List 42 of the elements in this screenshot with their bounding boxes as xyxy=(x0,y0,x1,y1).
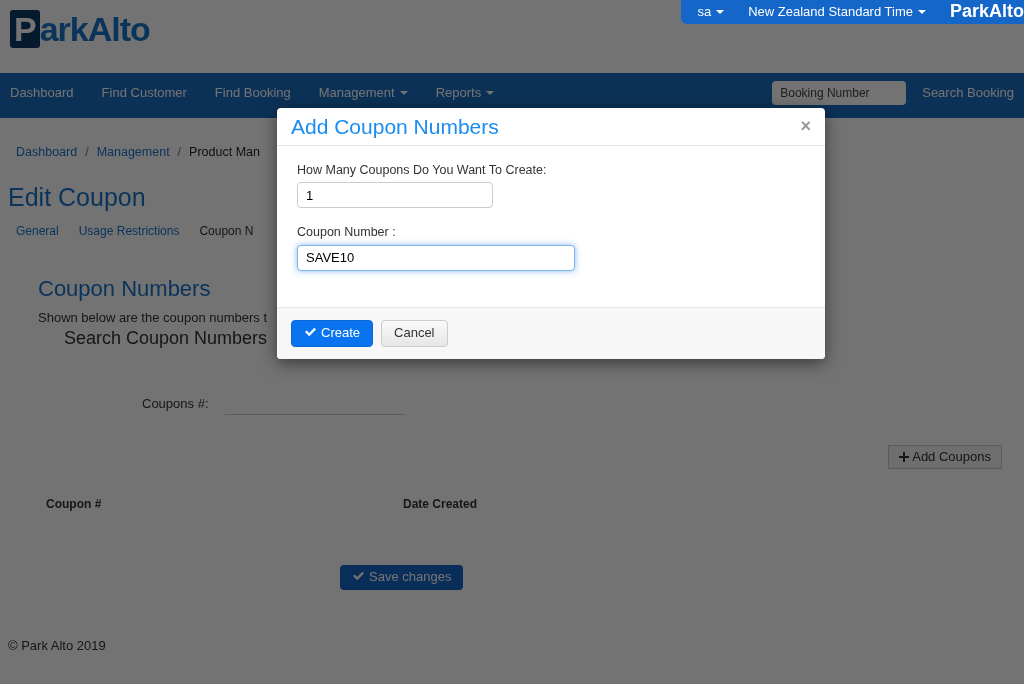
brand-logo: ParkAlto xyxy=(949,0,1024,24)
input-field[interactable]: SAVE10 xyxy=(297,244,575,271)
search-field[interactable]: Booking Number xyxy=(772,80,907,105)
plus-icon xyxy=(899,452,910,463)
description-text: Shown below are the coupon numbers t xyxy=(38,310,268,328)
logo: ParkAlto xyxy=(10,10,150,48)
tab[interactable]: Coupon N xyxy=(199,224,254,240)
search-button[interactable]: Search Booking xyxy=(922,84,1014,101)
cancel-button[interactable]: Cancel xyxy=(381,319,448,347)
timezone-menu[interactable]: New Zealand Standard Time xyxy=(748,3,926,21)
add-coupons-button[interactable]: Add Coupons xyxy=(888,444,1002,470)
input-field[interactable]: 1 xyxy=(297,182,493,209)
column-header: Coupon # xyxy=(46,497,103,513)
nav-link[interactable]: Find Booking xyxy=(214,84,291,101)
caret-icon xyxy=(716,10,725,15)
search-title: Search Coupon Numbers xyxy=(64,327,268,351)
breadcrumb-separator: / xyxy=(85,144,89,161)
check-icon xyxy=(352,571,365,582)
breadcrumb-item: Product Man xyxy=(189,144,260,161)
caret-icon xyxy=(917,10,926,15)
breadcrumb-separator: / xyxy=(177,144,182,161)
tab[interactable]: General xyxy=(16,224,59,240)
field-label: Coupons #: xyxy=(142,396,209,413)
tab[interactable]: Usage Restrictions xyxy=(78,224,180,240)
column-header: Date Created xyxy=(403,497,478,513)
nav-link[interactable]: Management xyxy=(318,84,408,101)
close-button[interactable]: × xyxy=(800,114,811,139)
nav-link[interactable]: Reports xyxy=(435,84,495,101)
save-changes-button[interactable]: Save changes xyxy=(340,565,464,590)
check-icon xyxy=(304,326,317,338)
section-title: Coupon Numbers xyxy=(38,275,211,303)
field-label: Coupon Number : xyxy=(297,224,397,241)
nav-link[interactable]: Dashboard xyxy=(10,84,74,101)
modal-title: Add Coupon Numbers xyxy=(291,114,499,140)
footer-text: © Park Alto 2019 xyxy=(8,637,106,655)
user-menu[interactable]: sa xyxy=(697,3,725,21)
nav-link[interactable]: Find Customer xyxy=(101,84,187,101)
create-button[interactable]: Create xyxy=(291,319,374,347)
breadcrumb-link[interactable]: Management xyxy=(96,144,170,161)
page-title: Edit Coupon xyxy=(8,182,146,213)
field-label: How Many Coupons Do You Want To Create: xyxy=(297,162,548,179)
breadcrumb-link[interactable]: Dashboard xyxy=(16,144,78,161)
